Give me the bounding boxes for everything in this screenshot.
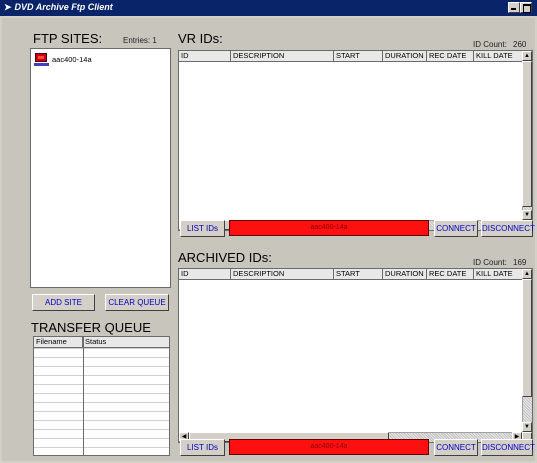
- transfer-queue-rows: [34, 348, 169, 455]
- vr-ids-header: ID DESCRIPTION START DURATION REC DATE K…: [179, 51, 532, 62]
- archived-ids-table[interactable]: ID DESCRIPTION START DURATION REC DATE K…: [178, 268, 533, 443]
- column-id[interactable]: ID: [179, 51, 231, 61]
- archived-disconnect-button[interactable]: DISCONNECT: [481, 439, 535, 456]
- column-duration[interactable]: DURATION: [383, 269, 427, 279]
- column-id[interactable]: ID: [179, 269, 231, 279]
- vr-vertical-scrollbar[interactable]: ▲ ▼: [522, 51, 532, 220]
- transfer-queue-header: Filename Status: [34, 337, 169, 348]
- column-description[interactable]: DESCRIPTION: [231, 269, 334, 279]
- vr-ids-title: VR IDs:: [178, 31, 223, 46]
- column-start[interactable]: START: [334, 269, 383, 279]
- ftp-sites-list[interactable]: aac400-14a: [30, 48, 171, 288]
- archived-id-count-value: 169: [513, 258, 527, 267]
- app-arrow-icon: ➤: [4, 2, 12, 12]
- vr-disconnect-button[interactable]: DISCONNECT: [481, 220, 535, 237]
- ftp-sites-entries: Entries: 1: [123, 36, 157, 45]
- column-kill-date[interactable]: KILL DATE: [474, 269, 522, 279]
- server-icon: [34, 53, 49, 66]
- column-status[interactable]: Status: [83, 337, 169, 347]
- scroll-down-icon[interactable]: ▼: [522, 210, 532, 220]
- archived-vertical-scrollbar[interactable]: ▲ ▼: [522, 269, 532, 432]
- vr-ids-table[interactable]: ID DESCRIPTION START DURATION REC DATE K…: [178, 50, 533, 231]
- client-area: FTP SITES: Entries: 1 aac400-14a ADD SIT…: [2, 18, 535, 461]
- column-duration[interactable]: DURATION: [383, 51, 427, 61]
- ftp-sites-title: FTP SITES:: [33, 31, 103, 46]
- add-site-button[interactable]: ADD SITE: [32, 294, 95, 311]
- column-kill-date[interactable]: KILL DATE: [474, 51, 522, 61]
- vr-id-count-label: ID Count:: [473, 40, 507, 49]
- minimize-button[interactable]: [508, 2, 520, 13]
- vr-connect-button[interactable]: CONNECT: [434, 220, 478, 237]
- transfer-queue-title: TRANSFER QUEUE: [31, 320, 151, 335]
- column-start[interactable]: START: [334, 51, 383, 61]
- archived-ids-title: ARCHIVED IDs:: [178, 250, 272, 265]
- archived-list-ids-button[interactable]: LIST IDs: [180, 439, 225, 456]
- column-rec-date[interactable]: REC DATE: [427, 51, 474, 61]
- vr-vscroll-thumb[interactable]: [522, 61, 532, 207]
- scroll-up-icon[interactable]: ▲: [522, 269, 532, 279]
- scroll-down-icon[interactable]: ▼: [522, 422, 532, 432]
- scroll-up-icon[interactable]: ▲: [522, 51, 532, 61]
- column-filename[interactable]: Filename: [34, 337, 83, 347]
- transfer-queue-table[interactable]: Filename Status: [33, 336, 170, 456]
- column-description[interactable]: DESCRIPTION: [231, 51, 334, 61]
- vr-list-ids-button[interactable]: LIST IDs: [180, 220, 225, 237]
- archived-connect-button[interactable]: CONNECT: [434, 439, 478, 456]
- maximize-button[interactable]: [520, 2, 532, 13]
- archived-id-count-label: ID Count:: [473, 258, 507, 267]
- site-label: aac400-14a: [52, 55, 92, 64]
- title-bar: ➤ DVD Archive Ftp Client: [0, 0, 537, 16]
- vr-id-count-value: 260: [513, 40, 527, 49]
- clear-queue-button[interactable]: CLEAR QUEUE: [105, 294, 169, 311]
- archived-vscroll-thumb[interactable]: [522, 279, 532, 397]
- archived-ids-header: ID DESCRIPTION START DURATION REC DATE K…: [179, 269, 532, 280]
- archived-connection-status: aac400-14a: [229, 439, 429, 455]
- column-rec-date[interactable]: REC DATE: [427, 269, 474, 279]
- list-item[interactable]: aac400-14a: [34, 53, 92, 66]
- vr-connection-status: aac400-14a: [229, 220, 429, 236]
- window-title: DVD Archive Ftp Client: [14, 2, 113, 12]
